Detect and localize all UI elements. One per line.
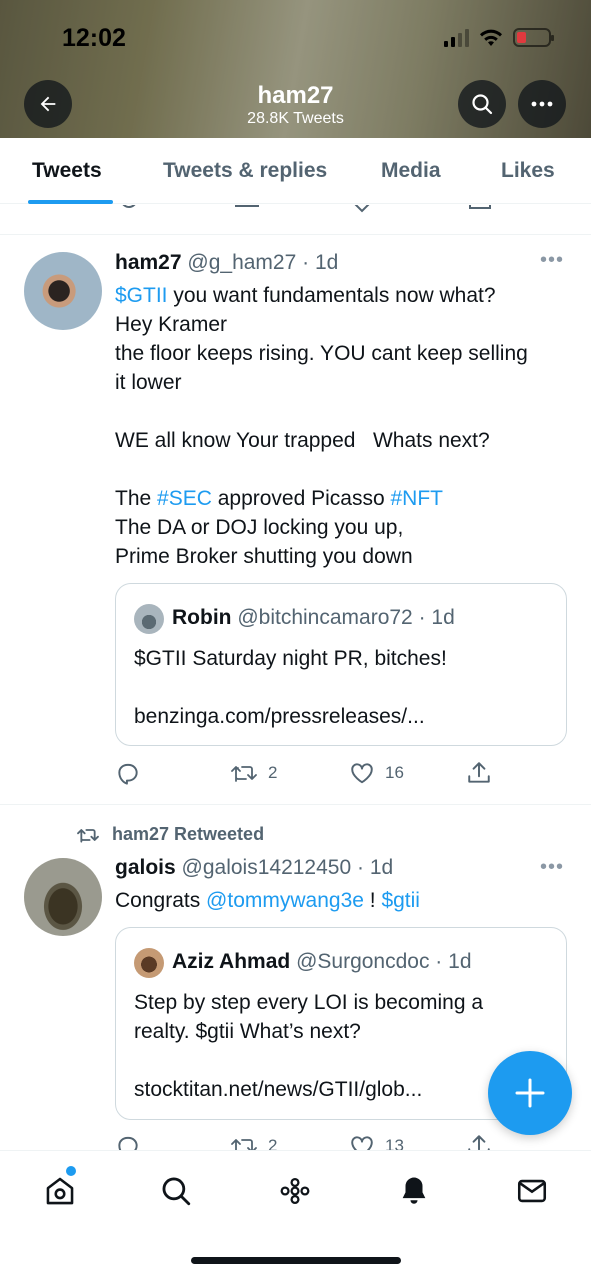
tweet-author-handle: @galois14212450 · 1d: [181, 856, 394, 879]
tweet-text-segment: !: [363, 889, 382, 912]
tab-media[interactable]: Media: [381, 159, 441, 183]
quoted-text: Step by step every LOI is becoming a: [134, 991, 484, 1014]
tweet-text-line: The DA or DOJ locking you up,: [115, 516, 404, 539]
nav-spaces[interactable]: [277, 1173, 313, 1209]
tweet-text-line: it lower: [115, 371, 182, 394]
tweet-text-line: Prime Broker shutting you down: [115, 545, 413, 568]
reply-button[interactable]: [115, 760, 151, 786]
reply-button[interactable]: [115, 1133, 151, 1150]
nav-notifications[interactable]: [396, 1173, 432, 1209]
quoted-author-name: Aziz Ahmad: [172, 950, 291, 973]
quoted-link[interactable]: stocktitan.net/news/GTII/glob...: [134, 1075, 422, 1104]
quoted-tweet[interactable]: Robin @bitchincamaro72 · 1d $GTII Saturd…: [115, 583, 567, 746]
retweet-button[interactable]: 2: [230, 760, 277, 786]
share-icon: [468, 1135, 490, 1150]
explore-icon: [162, 1177, 191, 1206]
quoted-author-handle: @Surgoncdoc · 1d: [296, 950, 472, 973]
quoted-avatar: [134, 948, 164, 978]
tweet-author-name[interactable]: galois: [115, 856, 176, 879]
home-indicator[interactable]: [191, 1257, 401, 1264]
reply-icon: [118, 1136, 138, 1150]
avatar[interactable]: [24, 252, 102, 330]
like-icon: [351, 763, 373, 784]
more-icon: [531, 101, 553, 107]
tweet-text: Congrats @tommywang3e ! $gtii: [115, 886, 420, 915]
search-icon: [472, 94, 493, 115]
quoted-link[interactable]: benzinga.com/pressreleases/...: [134, 702, 425, 731]
tab-likes[interactable]: Likes: [501, 159, 555, 183]
tweet-more-icon[interactable]: •••: [540, 856, 564, 879]
spaces-icon: [280, 1177, 310, 1205]
profile-header: 12:02 ham27 28.8K Tweets: [0, 0, 591, 138]
quoted-author-handle: @bitchincamaro72 · 1d: [237, 606, 455, 629]
retweet-button[interactable]: 2: [230, 1133, 277, 1150]
nav-messages[interactable]: [514, 1173, 550, 1209]
tweet-text-line: Hey Kramer: [115, 313, 228, 336]
tweet-text-segment: approved Picasso: [211, 487, 391, 510]
mention-link[interactable]: @tommywang3e: [206, 889, 364, 912]
profile-tabs: Tweets Tweets & replies Media Likes: [0, 138, 591, 204]
tweet-text-segment: The: [115, 487, 158, 510]
quoted-text: realty. $gtii What’s next?: [134, 1020, 361, 1043]
tweet-divider: [0, 234, 591, 235]
like-icon: [351, 1136, 373, 1150]
signal-icon: [444, 28, 469, 47]
share-button[interactable]: [466, 1133, 492, 1150]
retweet-icon: [231, 766, 257, 782]
retweet-count: 2: [268, 1136, 278, 1150]
more-button[interactable]: [518, 80, 566, 128]
tweet-text: $GTII you want fundamentals now what?: [115, 281, 496, 310]
home-icon: [46, 1177, 74, 1205]
retweeted-by-text[interactable]: ham27 Retweeted: [112, 824, 264, 845]
compose-tweet-button[interactable]: [488, 1051, 572, 1135]
tweet-text-line: The #SEC approved Picasso #NFT: [115, 484, 443, 513]
cashtag-link[interactable]: $GTII: [115, 284, 168, 307]
wifi-icon: [480, 29, 502, 46]
tweet-text-line: WE all know Your trapped Whats next?: [115, 429, 490, 452]
tweet-text-line: the floor keeps rising. YOU cant keep se…: [115, 342, 528, 365]
quoted-text: $GTII Saturday night PR, bitches!: [134, 647, 447, 670]
reply-icon: [122, 205, 136, 209]
share-icon: [469, 205, 491, 209]
tweet-text-segment: Congrats: [115, 889, 207, 912]
compose-icon: [515, 1078, 545, 1108]
quoted-author-name: Robin: [172, 606, 232, 629]
active-tab-indicator: [28, 200, 113, 204]
hashtag-link[interactable]: #SEC: [157, 487, 212, 510]
tweet-divider: [0, 804, 591, 805]
retweet-count: 2: [268, 763, 278, 782]
tweet-author-handle: @g_ham27 · 1d: [187, 251, 339, 274]
status-time: 12:02: [62, 24, 126, 52]
notifications-icon: [402, 1177, 426, 1204]
share-button[interactable]: [466, 760, 492, 786]
quoted-avatar: [134, 604, 164, 634]
tweet-feed[interactable]: ham27 @g_ham27 · 1d ••• $GTII you want f…: [0, 205, 591, 1150]
battery-icon: [513, 28, 554, 47]
retweet-icon: [235, 205, 259, 207]
share-icon: [468, 762, 490, 783]
avatar[interactable]: [24, 858, 102, 936]
retweeted-label: ham27 Retweeted: [76, 824, 264, 845]
like-icon: [354, 205, 370, 213]
cashtag-link[interactable]: $gtii: [381, 889, 420, 912]
tab-tweets-and-replies[interactable]: Tweets & replies: [163, 159, 327, 183]
status-icons: [444, 28, 554, 47]
retweet-icon: [77, 828, 99, 843]
like-button[interactable]: 16: [349, 760, 404, 786]
messages-icon: [517, 1179, 547, 1203]
tweet-text-segment: you want fundamentals now what?: [167, 284, 496, 307]
nav-home[interactable]: [42, 1173, 78, 1209]
retweet-icon: [231, 1139, 257, 1150]
tweet-more-icon[interactable]: •••: [540, 249, 564, 272]
tab-tweets[interactable]: Tweets: [32, 159, 102, 183]
like-count: 16: [385, 763, 404, 782]
search-button[interactable]: [458, 80, 506, 128]
hashtag-link[interactable]: #NFT: [391, 487, 444, 510]
like-count: 13: [385, 1136, 404, 1150]
like-button[interactable]: 13: [349, 1133, 404, 1150]
home-unread-dot: [66, 1166, 76, 1176]
tweet-author-name[interactable]: ham27: [115, 251, 182, 274]
reply-icon: [118, 763, 138, 785]
nav-explore[interactable]: [158, 1173, 194, 1209]
